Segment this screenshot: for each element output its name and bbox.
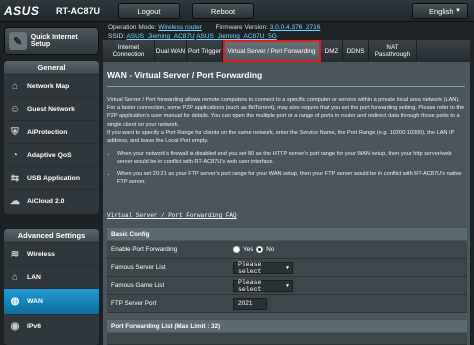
- lan-icon: ⌂: [11, 271, 19, 283]
- language-select[interactable]: English ▼: [412, 3, 468, 19]
- famous-game-row: Famous Game List Please select ▼: [107, 277, 467, 295]
- enable-port-forwarding-row: Enable Port Forwarding Yes No: [107, 241, 467, 259]
- sidebar-item-label: WAN: [27, 298, 43, 305]
- firmware-link[interactable]: 3.0.0.4.376_2716: [270, 24, 321, 31]
- network-map-icon: ⌂: [11, 80, 19, 92]
- note-http-conflict: When your network's firewall is disabled…: [117, 150, 467, 166]
- advanced-header: Advanced Settings: [4, 229, 99, 242]
- sidebar-item-network-map[interactable]: ⌂ Network Map: [4, 74, 99, 97]
- guest-network-icon: ☺: [9, 103, 21, 115]
- sidebar-item-aicloud[interactable]: ☁ AiCloud 2.0: [4, 189, 99, 212]
- router-model: RT-AC87U: [56, 6, 101, 16]
- ipv6-icon: ◉: [10, 320, 20, 332]
- famous-server-value: Please select: [238, 260, 262, 275]
- basic-config-header: Basic Config: [107, 228, 467, 240]
- ssid-5-link[interactable]: ASUS_Jieming_AC87U_5G: [196, 33, 277, 40]
- logout-button[interactable]: Logout: [118, 3, 180, 19]
- ftp-port-row: FTP Server Port 2021: [107, 295, 467, 313]
- yes-label: Yes: [243, 246, 254, 253]
- quick-setup-button[interactable]: ✎ Quick Internet Setup: [4, 27, 99, 55]
- quick-setup-label: Quick Internet Setup: [30, 34, 78, 48]
- sidebar-item-usb-application[interactable]: ⇆ USB Application: [4, 166, 99, 189]
- forwarding-list-columns: [107, 333, 467, 345]
- top-bar: ASUS RT-AC87U Logout Reboot English ▼: [0, 0, 474, 22]
- sidebar-item-label: Network Map: [27, 82, 70, 90]
- faq-link[interactable]: Virtual Server / Port Forwarding FAQ: [107, 212, 237, 219]
- sidebar-item-label: Guest Network: [27, 105, 75, 113]
- sidebar-item-label: AiProtection: [27, 128, 68, 136]
- no-label: No: [266, 246, 275, 253]
- ftp-port-input[interactable]: 2021: [233, 297, 267, 310]
- chevron-down-icon: ▼: [285, 264, 289, 271]
- sidebar: ✎ Quick Internet Setup General ⌂ Network…: [0, 22, 102, 345]
- enable-port-forwarding-label: Enable Port Forwarding: [111, 246, 178, 253]
- usb-icon: ⇆: [10, 172, 20, 184]
- advanced-menu: ≋ Wireless ⌂ LAN ◍ WAN ◉ IPv6: [4, 242, 99, 345]
- ftp-port-label: FTP Server Port: [111, 300, 157, 307]
- general-menu: ⌂ Network Map ☺ Guest Network ⛨ AiProtec…: [4, 74, 99, 214]
- wireless-icon: ≋: [10, 248, 20, 260]
- tab-dmz[interactable]: DMZ: [321, 40, 343, 62]
- tab-internet-connection[interactable]: Internet Connection: [103, 40, 155, 62]
- sidebar-item-label: IPv6: [27, 322, 41, 330]
- aicloud-icon: ☁: [10, 195, 20, 207]
- famous-game-value: Please select: [238, 278, 262, 293]
- sidebar-item-lan[interactable]: ⌂ LAN: [4, 265, 99, 288]
- op-mode-label: Operation Mode:: [108, 24, 157, 31]
- sidebar-item-aiprotection[interactable]: ⛨ AiProtection: [4, 120, 99, 143]
- description: Virtual Server / Port forwarding allows …: [107, 96, 467, 189]
- sidebar-item-label: Adaptive QoS: [27, 151, 72, 159]
- reboot-button[interactable]: Reboot: [192, 3, 254, 19]
- enable-yes-radio[interactable]: [233, 246, 240, 253]
- sidebar-item-adaptive-qos[interactable]: ◔ Adaptive QoS: [4, 143, 99, 166]
- status-info: Operation Mode: Wireless router Firmware…: [108, 23, 320, 41]
- sidebar-item-guest-network[interactable]: ☺ Guest Network: [4, 97, 99, 120]
- wan-icon: ◍: [10, 296, 20, 307]
- op-mode-link[interactable]: Wireless router: [158, 24, 202, 31]
- tab-virtual-server[interactable]: Virtual Server / Port Forwarding: [223, 40, 321, 62]
- adaptive-qos-icon: ◔: [11, 149, 19, 161]
- sidebar-item-label: USB Application: [27, 174, 80, 182]
- chevron-down-icon: ▼: [285, 282, 289, 289]
- forwarding-list-header: Port Forwarding List (Max Limit : 32): [107, 320, 467, 332]
- intro-text-2: If you want to specify a Port Range for …: [107, 129, 455, 145]
- famous-game-select[interactable]: Please select ▼: [233, 278, 293, 293]
- asus-logo: ASUS: [4, 4, 40, 18]
- note-ftp-conflict: When you set 20:21 as your FTP server's …: [117, 170, 467, 186]
- sidebar-item-wireless[interactable]: ≋ Wireless: [4, 242, 99, 265]
- tab-port-trigger[interactable]: Port Trigger: [187, 40, 223, 62]
- enable-no-radio[interactable]: [256, 246, 264, 253]
- tab-dual-wan[interactable]: Dual WAN: [155, 40, 187, 62]
- wizard-icon: ✎: [9, 32, 27, 50]
- sidebar-item-ipv6[interactable]: ◉ IPv6: [4, 314, 99, 337]
- title-divider: [107, 86, 465, 87]
- famous-game-label: Famous Game List: [111, 282, 165, 289]
- famous-server-label: Famous Server List: [111, 264, 166, 271]
- ssid-label: SSID:: [108, 33, 125, 40]
- tab-bar: Internet Connection Dual WAN Port Trigge…: [103, 40, 470, 62]
- sidebar-item-label: AiCloud 2.0: [27, 197, 65, 205]
- tab-spacer: [417, 40, 470, 62]
- chevron-down-icon: ▼: [455, 8, 461, 14]
- famous-server-row: Famous Server List Please select ▼: [107, 259, 467, 277]
- ssid-24-link[interactable]: ASUS_Jieming_AC87U: [126, 33, 194, 40]
- sidebar-item-wan[interactable]: ◍ WAN: [4, 288, 99, 314]
- sidebar-item-label: LAN: [27, 273, 41, 281]
- aiprotection-icon: ⛨: [11, 126, 19, 138]
- general-header: General: [4, 61, 99, 74]
- tab-ddns[interactable]: DDNS: [343, 40, 369, 62]
- sidebar-item-label: Wireless: [27, 250, 55, 258]
- firmware-label: Firmware Version:: [215, 24, 268, 31]
- famous-server-select[interactable]: Please select ▼: [233, 260, 293, 275]
- main-content: Internet Connection Dual WAN Port Trigge…: [103, 40, 470, 345]
- page-title: WAN - Virtual Server / Port Forwarding: [107, 70, 263, 80]
- tab-nat-passthrough[interactable]: NAT Passthrough: [369, 40, 417, 62]
- settings-panel: WAN - Virtual Server / Port Forwarding V…: [103, 62, 470, 345]
- language-label: English: [429, 6, 454, 16]
- intro-text: Virtual Server / Port forwarding allows …: [107, 97, 465, 128]
